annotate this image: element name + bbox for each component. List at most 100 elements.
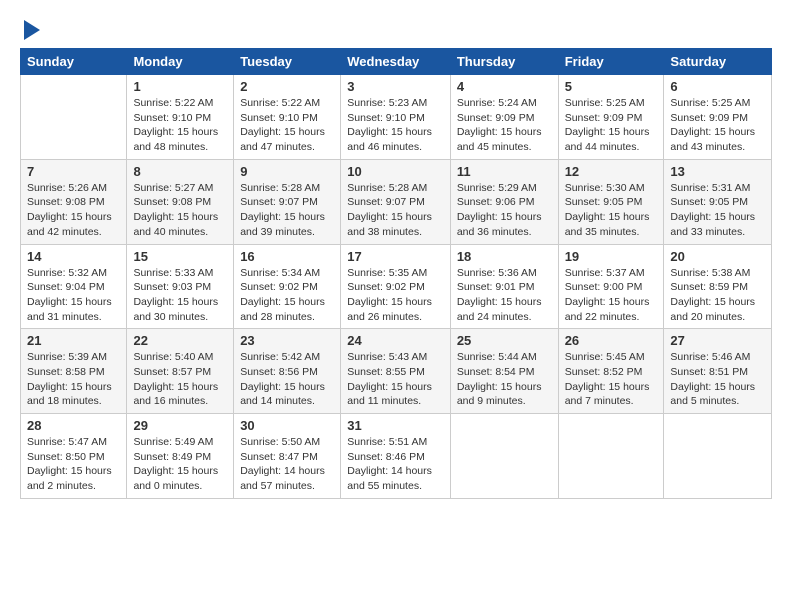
cell-info: Sunrise: 5:28 AMSunset: 9:07 PMDaylight:…	[347, 181, 444, 240]
day-number: 8	[133, 164, 227, 179]
cell-info: Sunrise: 5:34 AMSunset: 9:02 PMDaylight:…	[240, 266, 334, 325]
calendar-header: SundayMondayTuesdayWednesdayThursdayFrid…	[21, 49, 772, 75]
day-number: 9	[240, 164, 334, 179]
day-number: 22	[133, 333, 227, 348]
calendar-cell: 17 Sunrise: 5:35 AMSunset: 9:02 PMDayligh…	[341, 244, 451, 329]
calendar-cell: 14 Sunrise: 5:32 AMSunset: 9:04 PMDayligh…	[21, 244, 127, 329]
day-number: 2	[240, 79, 334, 94]
page-container: SundayMondayTuesdayWednesdayThursdayFrid…	[0, 0, 792, 509]
cell-info: Sunrise: 5:22 AMSunset: 9:10 PMDaylight:…	[133, 96, 227, 155]
calendar-cell	[450, 414, 558, 499]
calendar-cell: 6Sunrise: 5:25 AMSunset: 9:09 PMDaylight…	[664, 75, 772, 160]
day-number: 12	[565, 164, 658, 179]
calendar-week-1: 1Sunrise: 5:22 AMSunset: 9:10 PMDaylight…	[21, 75, 772, 160]
calendar-cell	[21, 75, 127, 160]
col-header-monday: Monday	[127, 49, 234, 75]
calendar-cell: 15Sunrise: 5:33 AMSunset: 9:03 PMDayligh…	[127, 244, 234, 329]
calendar-cell	[558, 414, 664, 499]
cell-info: Sunrise: 5:35 AMSunset: 9:02 PMDaylight:…	[347, 266, 444, 325]
calendar-cell: 28Sunrise: 5:47 AMSunset: 8:50 PMDayligh…	[21, 414, 127, 499]
day-number: 31	[347, 418, 444, 433]
calendar-week-2: 7Sunrise: 5:26 AMSunset: 9:08 PMDaylight…	[21, 159, 772, 244]
cell-info: Sunrise: 5:32 AMSunset: 9:04 PMDaylight:…	[27, 266, 120, 325]
day-number: 29	[133, 418, 227, 433]
col-header-thursday: Thursday	[450, 49, 558, 75]
calendar-cell: 8 Sunrise: 5:27 AMSunset: 9:08 PMDaylight…	[127, 159, 234, 244]
day-number: 4	[457, 79, 552, 94]
calendar-cell: 19 Sunrise: 5:37 AMSunset: 9:00 PMDayligh…	[558, 244, 664, 329]
cell-info: Sunrise: 5:31 AMSunset: 9:05 PMDaylight:…	[670, 181, 765, 240]
cell-info: Sunrise: 5:30 AMSunset: 9:05 PMDaylight:…	[565, 181, 658, 240]
cell-info: Sunrise: 5:51 AMSunset: 8:46 PMDaylight:…	[347, 435, 444, 494]
calendar-cell: 12 Sunrise: 5:30 AMSunset: 9:05 PMDayligh…	[558, 159, 664, 244]
cell-info: Sunrise: 5:33 AMSunset: 9:03 PMDaylight:…	[133, 266, 227, 325]
logo	[20, 18, 40, 40]
day-number: 11	[457, 164, 552, 179]
cell-info: Sunrise: 5:22 AMSunset: 9:10 PMDaylight:…	[240, 96, 334, 155]
cell-info: Sunrise: 5:49 AMSunset: 8:49 PMDaylight:…	[133, 435, 227, 494]
col-header-saturday: Saturday	[664, 49, 772, 75]
cell-info: Sunrise: 5:25 AMSunset: 9:09 PMDaylight:…	[565, 96, 658, 155]
calendar-cell: 30 Sunrise: 5:50 AMSunset: 8:47 PMDayligh…	[234, 414, 341, 499]
calendar-cell: 21Sunrise: 5:39 AMSunset: 8:58 PMDayligh…	[21, 329, 127, 414]
cell-info: Sunrise: 5:26 AMSunset: 9:08 PMDaylight:…	[27, 181, 120, 240]
cell-info: Sunrise: 5:40 AMSunset: 8:57 PMDaylight:…	[133, 350, 227, 409]
day-number: 6	[670, 79, 765, 94]
day-number: 26	[565, 333, 658, 348]
calendar-week-3: 14 Sunrise: 5:32 AMSunset: 9:04 PMDayligh…	[21, 244, 772, 329]
day-number: 14	[27, 249, 120, 264]
calendar-cell	[664, 414, 772, 499]
cell-info: Sunrise: 5:42 AMSunset: 8:56 PMDaylight:…	[240, 350, 334, 409]
calendar-table: SundayMondayTuesdayWednesdayThursdayFrid…	[20, 48, 772, 499]
cell-info: Sunrise: 5:24 AMSunset: 9:09 PMDaylight:…	[457, 96, 552, 155]
calendar-cell: 2 Sunrise: 5:22 AMSunset: 9:10 PMDaylight…	[234, 75, 341, 160]
calendar-cell: 25 Sunrise: 5:44 AMSunset: 8:54 PMDayligh…	[450, 329, 558, 414]
cell-info: Sunrise: 5:37 AMSunset: 9:00 PMDaylight:…	[565, 266, 658, 325]
cell-info: Sunrise: 5:38 AMSunset: 8:59 PMDaylight:…	[670, 266, 765, 325]
cell-info: Sunrise: 5:43 AMSunset: 8:55 PMDaylight:…	[347, 350, 444, 409]
calendar-cell: 18Sunrise: 5:36 AMSunset: 9:01 PMDayligh…	[450, 244, 558, 329]
calendar-cell: 13 Sunrise: 5:31 AMSunset: 9:05 PMDayligh…	[664, 159, 772, 244]
calendar-cell: 5 Sunrise: 5:25 AMSunset: 9:09 PMDaylight…	[558, 75, 664, 160]
cell-info: Sunrise: 5:27 AMSunset: 9:08 PMDaylight:…	[133, 181, 227, 240]
day-number: 17	[347, 249, 444, 264]
calendar-cell: 3Sunrise: 5:23 AMSunset: 9:10 PMDaylight…	[341, 75, 451, 160]
logo-arrow-icon	[24, 20, 40, 40]
header	[20, 18, 772, 40]
calendar-cell: 9 Sunrise: 5:28 AMSunset: 9:07 PMDaylight…	[234, 159, 341, 244]
calendar-cell: 29 Sunrise: 5:49 AMSunset: 8:49 PMDayligh…	[127, 414, 234, 499]
day-number: 28	[27, 418, 120, 433]
calendar-cell: 31 Sunrise: 5:51 AMSunset: 8:46 PMDayligh…	[341, 414, 451, 499]
calendar-cell: 27Sunrise: 5:46 AMSunset: 8:51 PMDayligh…	[664, 329, 772, 414]
col-header-tuesday: Tuesday	[234, 49, 341, 75]
calendar-cell: 7Sunrise: 5:26 AMSunset: 9:08 PMDaylight…	[21, 159, 127, 244]
col-header-sunday: Sunday	[21, 49, 127, 75]
day-number: 23	[240, 333, 334, 348]
calendar-cell: 26 Sunrise: 5:45 AMSunset: 8:52 PMDayligh…	[558, 329, 664, 414]
calendar-cell: 23 Sunrise: 5:42 AMSunset: 8:56 PMDayligh…	[234, 329, 341, 414]
day-number: 3	[347, 79, 444, 94]
cell-info: Sunrise: 5:45 AMSunset: 8:52 PMDaylight:…	[565, 350, 658, 409]
cell-info: Sunrise: 5:44 AMSunset: 8:54 PMDaylight:…	[457, 350, 552, 409]
calendar-cell: 16 Sunrise: 5:34 AMSunset: 9:02 PMDayligh…	[234, 244, 341, 329]
calendar-cell: 20 Sunrise: 5:38 AMSunset: 8:59 PMDayligh…	[664, 244, 772, 329]
calendar-cell: 24 Sunrise: 5:43 AMSunset: 8:55 PMDayligh…	[341, 329, 451, 414]
day-number: 18	[457, 249, 552, 264]
day-number: 27	[670, 333, 765, 348]
day-number: 13	[670, 164, 765, 179]
day-number: 20	[670, 249, 765, 264]
calendar-cell: 11Sunrise: 5:29 AMSunset: 9:06 PMDayligh…	[450, 159, 558, 244]
day-number: 24	[347, 333, 444, 348]
day-number: 16	[240, 249, 334, 264]
calendar-cell: 22 Sunrise: 5:40 AMSunset: 8:57 PMDayligh…	[127, 329, 234, 414]
calendar-cell: 1Sunrise: 5:22 AMSunset: 9:10 PMDaylight…	[127, 75, 234, 160]
day-number: 25	[457, 333, 552, 348]
cell-info: Sunrise: 5:50 AMSunset: 8:47 PMDaylight:…	[240, 435, 334, 494]
day-number: 5	[565, 79, 658, 94]
day-number: 30	[240, 418, 334, 433]
day-number: 19	[565, 249, 658, 264]
cell-info: Sunrise: 5:28 AMSunset: 9:07 PMDaylight:…	[240, 181, 334, 240]
col-header-wednesday: Wednesday	[341, 49, 451, 75]
calendar-week-4: 21Sunrise: 5:39 AMSunset: 8:58 PMDayligh…	[21, 329, 772, 414]
calendar-cell: 4 Sunrise: 5:24 AMSunset: 9:09 PMDaylight…	[450, 75, 558, 160]
